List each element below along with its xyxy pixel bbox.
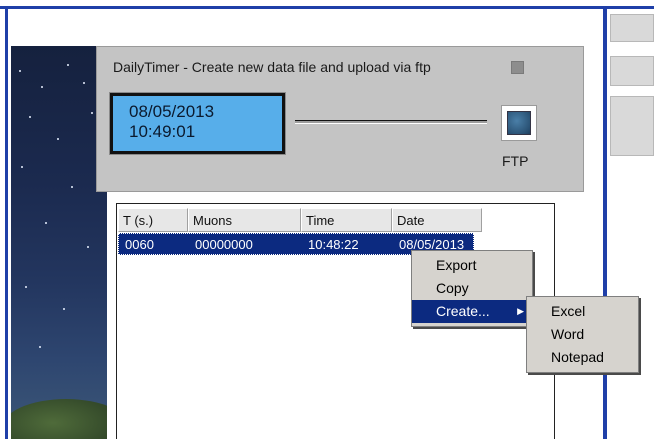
ftp-label: FTP (502, 153, 529, 169)
date-time-display: 08/05/2013 10:49:01 (109, 92, 286, 155)
column-header-t[interactable]: T (s.) (118, 208, 188, 232)
column-header-time[interactable]: Time (301, 208, 392, 232)
submenu-item-excel[interactable]: Excel (527, 300, 638, 323)
timer-title: DailyTimer - Create new data file and up… (113, 59, 431, 75)
display-date: 08/05/2013 (129, 102, 215, 121)
column-header-date[interactable]: Date (392, 208, 482, 232)
ftp-button-icon (507, 111, 531, 135)
right-panel-strip (610, 96, 654, 156)
hills-silhouette (11, 399, 107, 439)
menu-item-create[interactable]: Create... ▶ (412, 300, 532, 323)
status-indicator (511, 61, 524, 74)
upload-progress-bar (295, 120, 487, 124)
menu-item-create-label: Create... (436, 303, 490, 319)
display-time: 10:49:01 (129, 122, 196, 141)
menu-item-export[interactable]: Export (412, 254, 532, 277)
ftp-upload-button[interactable] (501, 105, 537, 141)
column-header-muons[interactable]: Muons (188, 208, 301, 232)
daily-timer-panel: DailyTimer - Create new data file and up… (96, 46, 584, 192)
cell-t: 0060 (125, 237, 154, 252)
window-left-frame (0, 9, 8, 439)
submenu-item-word[interactable]: Word (527, 323, 638, 346)
cell-muons: 00000000 (195, 237, 253, 252)
menu-item-copy[interactable]: Copy (412, 277, 532, 300)
window-top-frame (0, 0, 654, 9)
submenu-item-notepad[interactable]: Notepad (527, 346, 638, 369)
cell-time: 10:48:22 (308, 237, 359, 252)
right-panel-strip (610, 56, 654, 86)
chevron-right-icon: ▶ (517, 306, 524, 316)
list-header: T (s.) Muons Time Date (118, 208, 482, 232)
right-panel-strip (610, 14, 654, 42)
background-sky-image (11, 46, 107, 439)
create-submenu: Excel Word Notepad (526, 296, 639, 373)
context-menu: Export Copy Create... ▶ (411, 250, 533, 327)
